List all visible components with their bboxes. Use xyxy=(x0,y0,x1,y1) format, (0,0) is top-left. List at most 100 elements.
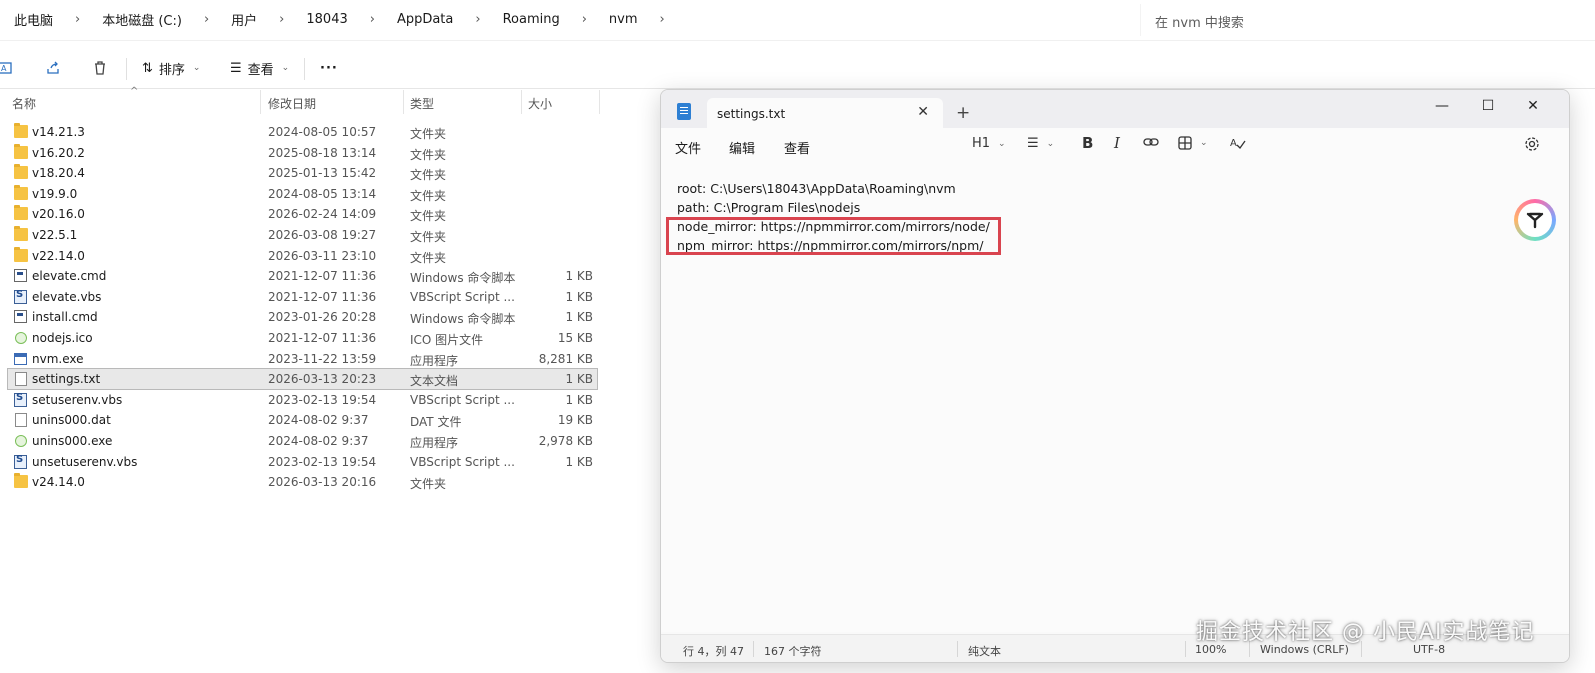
share-icon[interactable] xyxy=(43,58,63,78)
column-header-size[interactable]: 大小 xyxy=(528,95,552,112)
close-window-icon[interactable]: ✕ xyxy=(1518,95,1548,117)
file-row[interactable]: v18.20.4 2025-01-13 15:42 文件夹 xyxy=(8,163,597,183)
link-icon[interactable] xyxy=(1143,136,1159,148)
file-date: 2025-08-18 13:14 xyxy=(268,145,377,160)
toolbar-divider xyxy=(126,58,127,80)
breadcrumb-local-disk[interactable]: 本地磁盘 (C:) xyxy=(102,10,182,29)
breadcrumb-user[interactable]: 18043 xyxy=(306,12,347,27)
folder-icon xyxy=(14,205,28,221)
chevron-right-icon[interactable]: › xyxy=(75,12,80,27)
chevron-down-icon: ⌄ xyxy=(998,138,1006,149)
file-row[interactable]: v16.20.2 2025-08-18 13:14 文件夹 xyxy=(8,143,597,163)
chevron-right-icon[interactable]: › xyxy=(660,12,665,27)
delete-icon[interactable] xyxy=(90,58,110,78)
file-row[interactable]: unins000.dat 2024-08-02 9:37 DAT 文件 19 KB xyxy=(8,410,597,430)
file-size: 1 KB xyxy=(565,310,593,325)
notepad-titlebar[interactable]: settings.txt ✕ + — ☐ ✕ xyxy=(661,90,1569,128)
file-row[interactable]: v22.5.1 2026-03-08 19:27 文件夹 xyxy=(8,225,597,245)
new-tab-icon[interactable]: + xyxy=(956,103,970,123)
file-name: v22.5.1 xyxy=(32,228,78,242)
file-type: 应用程序 xyxy=(410,436,459,450)
file-row[interactable]: unsetuserenv.vbs 2023-02-13 19:54 VBScript… xyxy=(8,452,597,472)
menu-file[interactable]: 文件 xyxy=(675,138,701,157)
annotation-highlight-box xyxy=(666,217,1001,255)
file-date: 2024-08-05 13:14 xyxy=(268,186,377,201)
file-row[interactable]: v24.14.0 2026-03-13 20:16 文件夹 xyxy=(8,472,597,492)
column-header-name[interactable]: 名称 xyxy=(12,95,36,112)
file-size: 1 KB xyxy=(565,392,593,407)
file-size: 8,281 KB xyxy=(538,351,593,366)
file-row[interactable]: v19.9.0 2024-08-05 13:14 文件夹 xyxy=(8,184,597,204)
column-header-date[interactable]: 修改日期 xyxy=(268,95,316,112)
sort-button[interactable]: ⇅ 排序 ⌄ xyxy=(142,56,200,80)
file-row[interactable]: v14.21.3 2024-08-05 10:57 文件夹 xyxy=(8,122,597,142)
column-divider[interactable] xyxy=(599,90,600,114)
file-name: setuserenv.vbs xyxy=(32,392,123,407)
file-name: nodejs.ico xyxy=(32,331,93,345)
breadcrumb-this-pc[interactable]: 此电脑 xyxy=(14,10,53,29)
file-date: 2024-08-05 10:57 xyxy=(268,125,377,139)
chevron-right-icon[interactable]: › xyxy=(475,12,480,27)
menu-edit[interactable]: 编辑 xyxy=(729,138,755,157)
search-input[interactable]: 在 nvm 中搜索 xyxy=(1140,4,1595,36)
file-row[interactable]: v20.16.0 2026-02-24 14:09 文件夹 xyxy=(8,204,597,224)
file-row[interactable]: elevate.cmd 2021-12-07 11:36 Windows 命令脚本 1… xyxy=(8,266,597,286)
breadcrumb-users[interactable]: 用户 xyxy=(231,10,257,29)
chevron-right-icon[interactable]: › xyxy=(370,12,375,27)
minimize-icon[interactable]: — xyxy=(1427,95,1457,117)
maximize-icon[interactable]: ☐ xyxy=(1473,95,1503,117)
close-tab-icon[interactable]: ✕ xyxy=(917,104,929,120)
file-row[interactable]: install.cmd 2023-01-26 20:28 Windows 命令脚本 1… xyxy=(8,307,597,327)
column-divider[interactable] xyxy=(260,90,261,114)
more-options-button[interactable]: ··· xyxy=(320,56,338,80)
assistant-orb-button[interactable] xyxy=(1514,199,1556,241)
chevron-right-icon[interactable]: › xyxy=(204,12,209,27)
file-row[interactable]: nvm.exe 2023-11-22 13:59 应用程序 8,281 KB xyxy=(8,349,597,369)
file-name: unins000.dat xyxy=(32,413,111,428)
chevron-right-icon[interactable]: › xyxy=(582,12,587,27)
file-size: 1 KB xyxy=(565,454,593,469)
file-date: 2026-03-11 23:10 xyxy=(268,248,377,263)
breadcrumb-nvm[interactable]: nvm xyxy=(609,12,638,27)
file-row[interactable]: nodejs.ico 2021-12-07 11:36 ICO 图片文件 15 KB xyxy=(8,328,597,348)
breadcrumb-roaming[interactable]: Roaming xyxy=(503,12,560,27)
file-row[interactable]: unins000.exe 2024-08-02 9:37 应用程序 2,978 KB xyxy=(8,431,597,451)
chevron-down-icon: ⌄ xyxy=(281,63,290,73)
editor-line: root: C:\Users\18043\AppData\Roaming\nvm xyxy=(677,181,956,196)
file-type: ICO 图片文件 xyxy=(410,333,484,347)
file-date: 2025-01-13 15:42 xyxy=(268,166,377,181)
file-type: VBScript Script ... xyxy=(410,454,515,469)
file-row[interactable]: settings.txt 2026-03-13 20:23 文本文档 1 KB xyxy=(7,368,598,391)
file-row[interactable]: elevate.vbs 2021-12-07 11:36 VBScript Scri… xyxy=(8,287,597,307)
table-dropdown[interactable]: ⌄ xyxy=(1178,136,1208,150)
notepad-app-icon xyxy=(677,103,691,120)
bold-icon[interactable]: B xyxy=(1082,134,1093,152)
tab-settings-txt[interactable]: settings.txt ✕ xyxy=(707,98,943,128)
rename-icon[interactable]: A xyxy=(0,58,16,78)
file-name: v24.14.0 xyxy=(32,475,85,490)
file-name: settings.txt xyxy=(32,372,101,387)
file-date: 2024-08-02 9:37 xyxy=(268,413,369,428)
sort-ascending-icon: ^ xyxy=(130,86,139,97)
file-row[interactable]: setuserenv.vbs 2023-02-13 19:54 VBScript S… xyxy=(8,390,597,410)
format-mode[interactable]: 纯文本 xyxy=(968,643,1001,659)
spellcheck-icon[interactable]: A xyxy=(1230,136,1246,150)
column-divider[interactable] xyxy=(403,90,404,114)
bulleted-list-icon: ☰ xyxy=(1027,136,1039,151)
view-button[interactable]: ☰ 查看 ⌄ xyxy=(230,56,289,80)
file-date: 2021-12-07 11:36 xyxy=(268,331,377,345)
column-header-type[interactable]: 类型 xyxy=(410,95,434,112)
file-date: 2023-01-26 20:28 xyxy=(268,310,377,325)
chevron-right-icon[interactable]: › xyxy=(279,12,284,27)
list-dropdown[interactable]: ☰ ⌄ xyxy=(1027,136,1054,151)
breadcrumb-appdata[interactable]: AppData xyxy=(397,12,453,27)
notepad-editor[interactable]: root: C:\Users\18043\AppData\Roaming\nvm… xyxy=(661,162,1569,632)
file-row[interactable]: v22.14.0 2026-03-11 23:10 文件夹 xyxy=(8,246,597,266)
file-type: 文件夹 xyxy=(410,168,447,183)
italic-icon[interactable]: I xyxy=(1114,134,1120,152)
settings-gear-icon[interactable] xyxy=(1524,136,1540,152)
column-divider[interactable] xyxy=(521,90,522,114)
heading-dropdown[interactable]: H1 ⌄ xyxy=(972,136,1006,151)
menu-view[interactable]: 查看 xyxy=(784,138,810,157)
file-date: 2021-12-07 11:36 xyxy=(268,289,377,304)
